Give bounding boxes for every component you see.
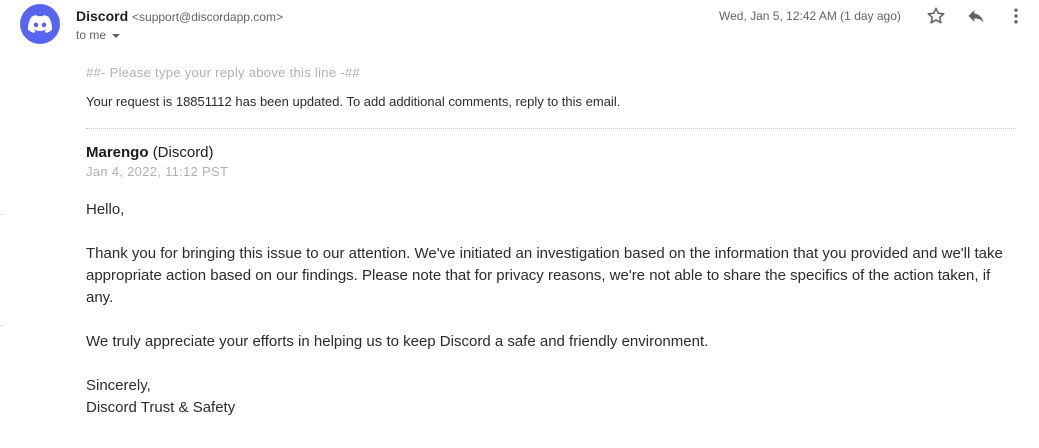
star-button[interactable] bbox=[925, 5, 947, 27]
email-date: Wed, Jan 5, 12:42 AM (1 day ago) bbox=[719, 9, 901, 23]
author-name: Marengo bbox=[86, 144, 149, 161]
message-greeting: Hello, bbox=[86, 201, 125, 218]
reply-icon bbox=[968, 10, 984, 23]
sender-line: Discord <support@discordapp.com> bbox=[76, 7, 283, 26]
message-divider bbox=[86, 128, 1016, 129]
reply-above-line-hint: ##- Please type your reply above this li… bbox=[86, 65, 360, 80]
sender-avatar[interactable] bbox=[20, 4, 60, 44]
recipient-details-toggle[interactable]: to me bbox=[76, 27, 121, 43]
more-vert-icon bbox=[1014, 8, 1018, 24]
comment-author: Marengo (Discord) bbox=[86, 143, 1016, 163]
author-org: (Discord) bbox=[152, 144, 214, 161]
discord-logo-icon bbox=[28, 15, 52, 33]
email-body: ##- Please type your reply above this li… bbox=[86, 64, 1016, 419]
comment-timestamp: Jan 4, 2022, 11:12 PST bbox=[86, 164, 229, 179]
sender-email: <support@discordapp.com> bbox=[132, 10, 283, 24]
edge-divider bbox=[0, 214, 4, 215]
message-closing: Sincerely, bbox=[86, 377, 151, 394]
star-icon bbox=[927, 7, 945, 24]
request-update-notice: Your request is 18851112 has been update… bbox=[86, 94, 621, 109]
reply-button[interactable] bbox=[965, 5, 987, 27]
message-paragraph: Thank you for bringing this issue to our… bbox=[86, 245, 1003, 306]
message-signature: Discord Trust & Safety bbox=[86, 399, 236, 416]
message-paragraph: We truly appreciate your efforts in help… bbox=[86, 333, 709, 350]
edge-divider bbox=[0, 325, 4, 326]
recipient-label: to me bbox=[76, 28, 107, 42]
chevron-down-icon[interactable] bbox=[112, 33, 121, 38]
more-options-button[interactable] bbox=[1005, 5, 1027, 27]
sender-name[interactable]: Discord bbox=[76, 8, 128, 24]
